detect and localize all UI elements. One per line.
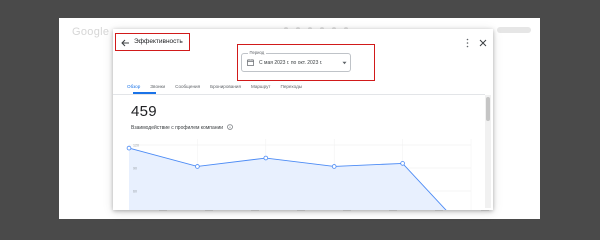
chevron-down-icon	[342, 61, 347, 65]
calendar-icon	[247, 59, 254, 66]
period-select[interactable]: Период С мая 2023 г. по окт. 2023 г.	[241, 50, 351, 72]
chart-y-tick-label: 120	[133, 143, 139, 147]
chart-point	[331, 164, 337, 169]
tab-directions[interactable]: Маршрут	[251, 81, 271, 94]
background-bar	[497, 27, 531, 33]
period-value: С мая 2023 г. по окт. 2023 г.	[259, 60, 323, 66]
metric-label: Взаимодействие с профилем компании	[131, 125, 224, 131]
info-icon[interactable]	[227, 124, 233, 130]
chart-y-tick-label: 90	[133, 166, 137, 170]
metric-value: 459	[131, 103, 157, 120]
background-logo: Google	[72, 26, 110, 38]
period-label: Период	[248, 50, 266, 56]
scrollbar-thumb[interactable]	[486, 97, 490, 121]
close-icon[interactable]	[479, 39, 487, 47]
arrow-back-icon[interactable]	[120, 38, 130, 48]
tab-messages[interactable]: Сообщения	[175, 81, 200, 94]
chart-point	[400, 161, 405, 166]
interactions-chart: 120906030	[126, 139, 472, 210]
performance-dialog: Эффективность Период С мая 2023 г. по ок…	[113, 29, 493, 210]
dialog-title: Эффективность	[134, 38, 183, 45]
tab-website-clicks[interactable]: Переходы	[281, 81, 303, 94]
tab-bookings[interactable]: Бронирования	[210, 81, 241, 94]
chart-area	[128, 147, 447, 210]
more-vert-icon[interactable]	[465, 38, 470, 48]
chart-area-fill	[129, 148, 446, 210]
tabs-divider	[113, 94, 485, 95]
chart-point	[263, 155, 269, 161]
chart-point	[195, 164, 200, 169]
chart-y-tick-label: 60	[133, 189, 137, 193]
chart-point	[126, 145, 132, 151]
